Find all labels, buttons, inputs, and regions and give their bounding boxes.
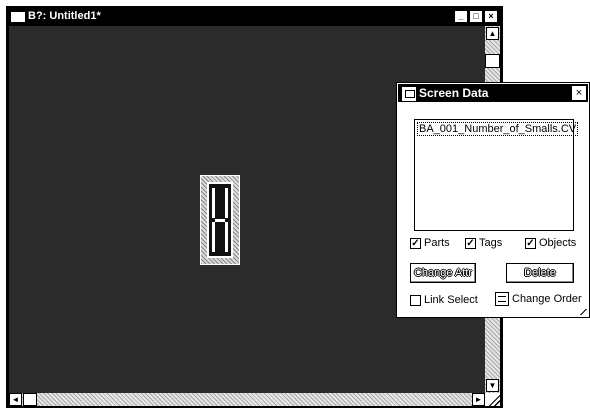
- scroll-left-button[interactable]: ◄: [9, 393, 22, 406]
- segment: [225, 222, 228, 252]
- horizontal-scroll-thumb[interactable]: [23, 393, 37, 406]
- tags-label: Tags: [479, 237, 503, 249]
- editor-titlebar[interactable]: B?: Untitled1* _ □ ×: [8, 8, 501, 25]
- segment: [212, 222, 215, 252]
- window-title: B?: Untitled1*: [28, 10, 101, 22]
- tags-check-box[interactable]: ✓: [465, 237, 476, 249]
- objects-check-box[interactable]: ✓: [525, 237, 536, 249]
- dialog-title: Screen Data: [419, 86, 489, 100]
- change-order-icon[interactable]: [495, 292, 509, 306]
- close-button[interactable]: ×: [484, 10, 498, 23]
- maximize-button[interactable]: □: [469, 10, 483, 23]
- vertical-scroll-thumb[interactable]: [485, 54, 500, 68]
- scroll-down-button[interactable]: ▼: [486, 379, 499, 392]
- link-select-check-box[interactable]: [410, 294, 421, 306]
- dialog-close-button[interactable]: ×: [572, 86, 586, 100]
- dialog-titlebar[interactable]: Screen Data ×: [398, 84, 588, 102]
- delete-button[interactable]: Delete: [506, 263, 574, 283]
- seven-segment-display: [207, 182, 233, 258]
- selected-part[interactable]: [200, 175, 240, 265]
- tags-checkbox[interactable]: ✓ Tags: [465, 237, 502, 249]
- screen-data-dialog: Screen Data × BA_001_Number_of_Smalls.CV…: [396, 82, 590, 318]
- parts-check-box[interactable]: ✓: [410, 237, 421, 249]
- change-attr-button[interactable]: Change Attr: [410, 263, 476, 283]
- scroll-up-button[interactable]: ▲: [486, 27, 499, 40]
- horizontal-scrollbar[interactable]: ◄ ►: [9, 393, 485, 406]
- segment: [215, 219, 225, 222]
- change-order-label: Change Order: [512, 293, 582, 305]
- parts-label: Parts: [424, 237, 450, 249]
- change-order-control[interactable]: Change Order: [495, 292, 582, 306]
- link-select-checkbox[interactable]: Link Select: [410, 294, 478, 306]
- list-item[interactable]: BA_001_Number_of_Smalls.CV: [417, 122, 579, 136]
- window-icon[interactable]: [10, 11, 26, 23]
- segment: [225, 188, 228, 218]
- objects-checkbox[interactable]: ✓ Objects: [525, 237, 576, 249]
- objects-label: Objects: [539, 237, 577, 249]
- resize-grip[interactable]: [485, 393, 500, 406]
- dialog-resize-grip[interactable]: [579, 309, 587, 315]
- parts-checkbox[interactable]: ✓ Parts: [410, 237, 450, 249]
- segment: [212, 188, 215, 218]
- link-select-label: Link Select: [424, 294, 478, 306]
- scroll-right-button[interactable]: ►: [472, 393, 485, 406]
- screen-data-icon: [402, 87, 416, 101]
- minimize-button[interactable]: _: [454, 10, 468, 23]
- screen-data-list[interactable]: BA_001_Number_of_Smalls.CV: [414, 119, 579, 231]
